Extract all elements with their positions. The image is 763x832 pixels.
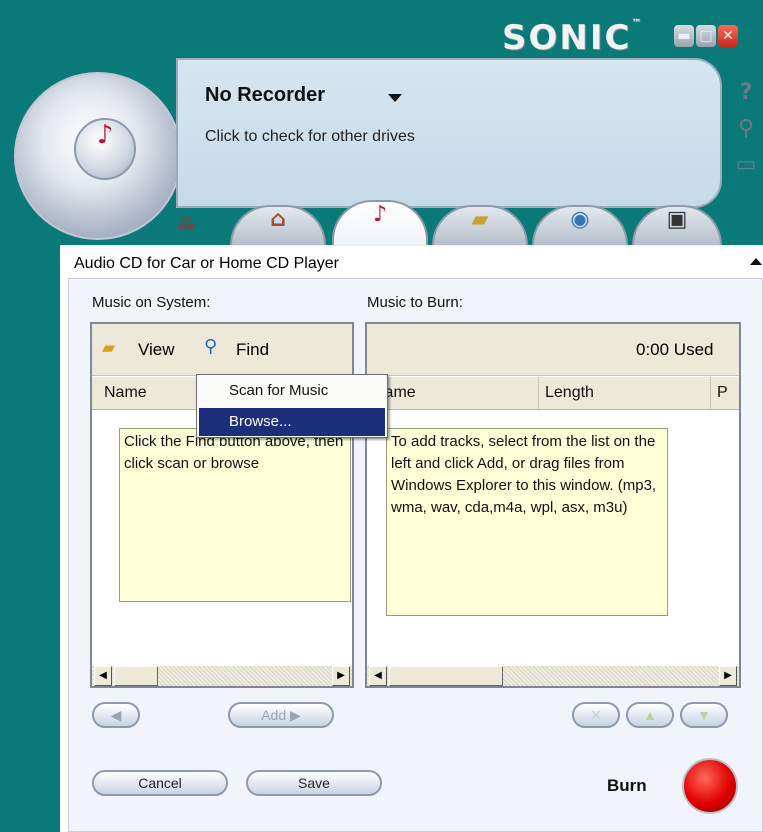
music-note-icon: ♪ <box>372 202 388 227</box>
burn-hscrollbar[interactable]: ◀ ▶ <box>367 666 739 686</box>
system-hscrollbar[interactable]: ◀ ▶ <box>92 666 352 686</box>
folder-icon: ▰ <box>102 338 116 358</box>
column-p[interactable]: P <box>711 377 739 409</box>
folder-icon[interactable]: ▭ <box>733 152 759 178</box>
recorder-title[interactable]: No Recorder <box>205 84 325 107</box>
column-length[interactable]: Length <box>539 377 711 409</box>
music-note-icon[interactable]: ♪ <box>74 118 136 180</box>
used-time: 0:00 Used <box>636 340 714 359</box>
home-icon: ⌂ <box>270 207 286 232</box>
move-down-button[interactable]: ▼ <box>680 702 728 728</box>
collapse-icon[interactable] <box>750 258 762 265</box>
scroll-thumb[interactable] <box>114 666 158 686</box>
arrow-down-icon: ▼ <box>697 707 711 723</box>
burn-list-header: Name Length P <box>367 377 739 410</box>
camera-icon: ▣ <box>666 207 688 232</box>
find-menu: Scan for Music Browse... <box>196 374 388 438</box>
cancel-button[interactable]: Cancel <box>92 770 228 796</box>
disc-copy-icon: ◉ <box>570 207 590 232</box>
system-hint-note: Click the Find button above, then click … <box>119 428 351 602</box>
menu-item-scan[interactable]: Scan for Music <box>199 377 385 405</box>
maximize-button[interactable]: □ <box>696 25 716 47</box>
save-button[interactable]: Save <box>246 770 382 796</box>
menu-item-browse[interactable]: Browse... <box>199 408 385 436</box>
scroll-right-button[interactable]: ▶ <box>332 666 350 686</box>
column-name[interactable]: Name <box>367 377 539 409</box>
burn-button[interactable] <box>682 758 738 814</box>
find-button[interactable]: Find <box>236 340 269 360</box>
music-on-system-label: Music on System: <box>92 294 211 311</box>
view-button[interactable]: View <box>138 340 175 360</box>
sonic-logo: SONIC™ <box>502 18 644 58</box>
burn-hint-note: To add tracks, select from the list on t… <box>386 428 668 616</box>
eject-icon[interactable]: ⏏ <box>176 210 197 235</box>
back-button[interactable]: ◀ <box>92 702 140 728</box>
arrow-left-icon: ◀ <box>110 707 122 723</box>
close-button[interactable]: ✕ <box>718 25 738 47</box>
project-title: Audio CD for Car or Home CD Player <box>74 255 339 272</box>
add-button[interactable]: Add ▶ <box>228 702 334 728</box>
chevron-down-icon[interactable] <box>388 94 402 102</box>
tools-icon[interactable]: ⚲ <box>733 116 759 142</box>
move-up-button[interactable]: ▲ <box>626 702 674 728</box>
help-icon[interactable]: ? <box>733 80 759 106</box>
folder-icon: ▰ <box>471 207 489 232</box>
burn-label: Burn <box>607 776 647 795</box>
close-icon: ✕ <box>590 707 602 723</box>
column-name[interactable]: Name <box>98 377 198 409</box>
minimize-button[interactable]: ▬ <box>674 25 694 47</box>
arrow-up-icon: ▲ <box>643 707 657 723</box>
remove-button[interactable]: ✕ <box>572 702 620 728</box>
scroll-left-button[interactable]: ◀ <box>369 666 387 686</box>
system-toolbar <box>92 324 352 376</box>
scroll-thumb[interactable] <box>389 666 503 686</box>
recorder-subtitle[interactable]: Click to check for other drives <box>205 128 415 146</box>
scroll-left-button[interactable]: ◀ <box>94 666 112 686</box>
music-to-burn-label: Music to Burn: <box>367 294 463 311</box>
scroll-right-button[interactable]: ▶ <box>719 666 737 686</box>
search-icon: ⚲ <box>204 336 218 357</box>
